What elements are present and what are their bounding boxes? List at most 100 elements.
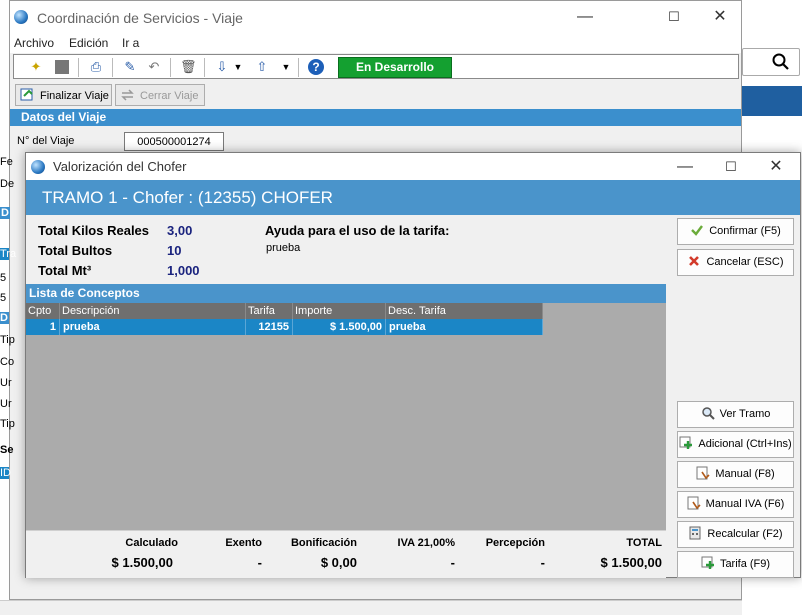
- bg-text: De: [0, 178, 15, 190]
- chevron-down-icon[interactable]: ▼: [278, 59, 294, 75]
- background-status-strip: [0, 600, 742, 615]
- valorizacion-dialog: Valorización del Chofer — ☐ ✕ TRAMO 1 - …: [25, 152, 801, 578]
- trash-icon[interactable]: 🗑: [180, 59, 197, 75]
- app-globe-icon: [31, 160, 45, 174]
- toolbar-box: ✦ ⎙ ✎ ↶ 🗑 ⇩ ▼ ⇧ ▼ ? En Desarrollo: [13, 54, 739, 79]
- arrow-down-icon[interactable]: ⇩: [214, 59, 230, 75]
- menu-archivo[interactable]: Archivo: [14, 36, 54, 50]
- footer-header: Exento: [225, 537, 262, 549]
- manual-button[interactable]: Manual (F8): [677, 461, 794, 488]
- lista-conceptos-header: Lista de Conceptos: [26, 284, 666, 303]
- edit-icon[interactable]: ✎: [122, 59, 138, 75]
- ver-tramo-button[interactable]: Ver Tramo: [677, 401, 794, 428]
- cell-descripcion: prueba: [60, 319, 246, 335]
- toolbar-separator: [112, 58, 113, 77]
- totals-footer: Calculado $ 1.500,00 Exento - Bonificaci…: [26, 530, 666, 578]
- dialog-title: Valorización del Chofer: [53, 159, 187, 174]
- column-header[interactable]: Descripción: [60, 303, 246, 319]
- add-icon: [679, 436, 693, 449]
- arrow-up-icon[interactable]: ⇧: [254, 59, 270, 75]
- cancelar-button[interactable]: Cancelar (ESC): [677, 249, 794, 276]
- recalcular-button[interactable]: Recalcular (F2): [677, 521, 794, 548]
- cell-tarifa: 12155: [246, 319, 293, 335]
- bg-text: Co: [0, 356, 15, 368]
- bg-text: D: [0, 312, 9, 324]
- bg-text: Ur: [0, 377, 12, 389]
- menu-bar: Archivo Edición Ir a: [10, 33, 741, 53]
- total-mt3-value: 1,000: [167, 263, 200, 278]
- footer-header: Calculado: [125, 537, 178, 549]
- tarifa-label: Tarifa (F9): [719, 558, 771, 570]
- cancel-icon: [689, 256, 700, 266]
- footer-header: Bonificación: [290, 537, 357, 549]
- background-search-box[interactable]: [742, 48, 800, 76]
- footer-header: TOTAL: [626, 537, 662, 549]
- nro-viaje-field[interactable]: 000500001274: [124, 132, 224, 151]
- column-header[interactable]: Cpto: [26, 303, 60, 319]
- bonificacion-value: $ 0,00: [320, 555, 357, 570]
- save-icon[interactable]: [54, 59, 70, 75]
- action-button-row: Finalizar Viaje Cerrar Viaje: [10, 81, 741, 109]
- confirmar-label: Confirmar (F5): [709, 225, 781, 237]
- manual-label: Manual (F8): [715, 468, 775, 480]
- help-icon[interactable]: ?: [308, 59, 324, 75]
- adicional-button[interactable]: Adicional (Ctrl+Ins): [677, 431, 794, 458]
- exento-value: -: [257, 555, 262, 570]
- iva-value: -: [450, 555, 455, 570]
- bg-text: Ur: [0, 398, 12, 410]
- manual-icon: [696, 466, 710, 480]
- undo-icon[interactable]: ↶: [146, 59, 162, 75]
- bg-text: Tra: [0, 248, 17, 260]
- column-header[interactable]: Importe: [293, 303, 386, 319]
- chevron-down-icon[interactable]: ▼: [230, 59, 246, 75]
- magnifier-icon: [701, 407, 715, 420]
- background-blue-bar: [742, 86, 802, 116]
- footer-header: Percepción: [485, 537, 545, 549]
- finish-icon: [20, 88, 33, 101]
- cerrar-viaje-label: Cerrar Viaje: [140, 90, 199, 102]
- toolbar-separator: [204, 58, 205, 77]
- manual-iva-button[interactable]: Manual IVA (F6): [677, 491, 794, 518]
- conceptos-grid[interactable]: Cpto Descripción Tarifa Importe Desc. Ta…: [26, 303, 666, 530]
- column-header[interactable]: Desc. Tarifa: [386, 303, 543, 319]
- cancelar-label: Cancelar (ESC): [706, 256, 784, 268]
- menu-edicion[interactable]: Edición: [69, 36, 108, 50]
- tarifa-button[interactable]: Tarifa (F9): [677, 551, 794, 578]
- new-icon[interactable]: ✦: [28, 59, 44, 75]
- percepcion-value: -: [540, 555, 545, 570]
- tramo-header: TRAMO 1 - Chofer : (12355) CHOFER: [26, 180, 800, 215]
- total-bultos-value: 10: [167, 243, 182, 258]
- toolbar: ✦ ⎙ ✎ ↶ 🗑 ⇩ ▼ ⇧ ▼ ? En Desarrollo: [10, 53, 741, 81]
- datos-viaje-header: Datos del Viaje: [10, 109, 741, 126]
- print-icon[interactable]: ⎙: [88, 59, 104, 75]
- footer-header: IVA 21,00%: [397, 537, 455, 549]
- bg-text: 5: [0, 292, 7, 304]
- calculado-value: $ 1.500,00: [111, 555, 173, 570]
- total-kilos-label: Total Kilos Reales: [38, 223, 150, 238]
- toolbar-separator: [78, 58, 79, 77]
- recalcular-label: Recalcular (F2): [707, 528, 783, 540]
- finalizar-viaje-button[interactable]: Finalizar Viaje: [15, 84, 112, 106]
- toolbar-separator: [170, 58, 171, 77]
- column-header[interactable]: Tarifa: [246, 303, 293, 319]
- adicional-label: Adicional (Ctrl+Ins): [698, 438, 792, 450]
- maximize-button[interactable]: ☐: [652, 5, 696, 29]
- status-badge: En Desarrollo: [338, 57, 452, 78]
- ayuda-text: prueba: [266, 242, 301, 254]
- dialog-maximize-button[interactable]: ☐: [709, 155, 753, 179]
- dialog-minimize-button[interactable]: —: [663, 155, 707, 179]
- tarifa-add-icon: [701, 556, 714, 569]
- close-button[interactable]: ✕: [698, 5, 742, 29]
- confirmar-button[interactable]: Confirmar (F5): [677, 218, 794, 245]
- minimize-button[interactable]: —: [563, 5, 607, 29]
- total-kilos-value: 3,00: [167, 223, 193, 238]
- bg-text: Fe: [0, 156, 13, 168]
- close-trip-icon: [121, 89, 134, 101]
- bg-text: ID: [0, 467, 11, 479]
- dialog-close-button[interactable]: ✕: [754, 155, 798, 179]
- menu-ir-a[interactable]: Ir a: [122, 36, 139, 50]
- finalizar-viaje-label: Finalizar Viaje: [40, 90, 109, 102]
- cell-desc-tarifa: prueba: [386, 319, 543, 335]
- cerrar-viaje-button[interactable]: Cerrar Viaje: [115, 84, 205, 106]
- main-titlebar: Coordinación de Servicios - Viaje — ☐ ✕: [10, 1, 741, 33]
